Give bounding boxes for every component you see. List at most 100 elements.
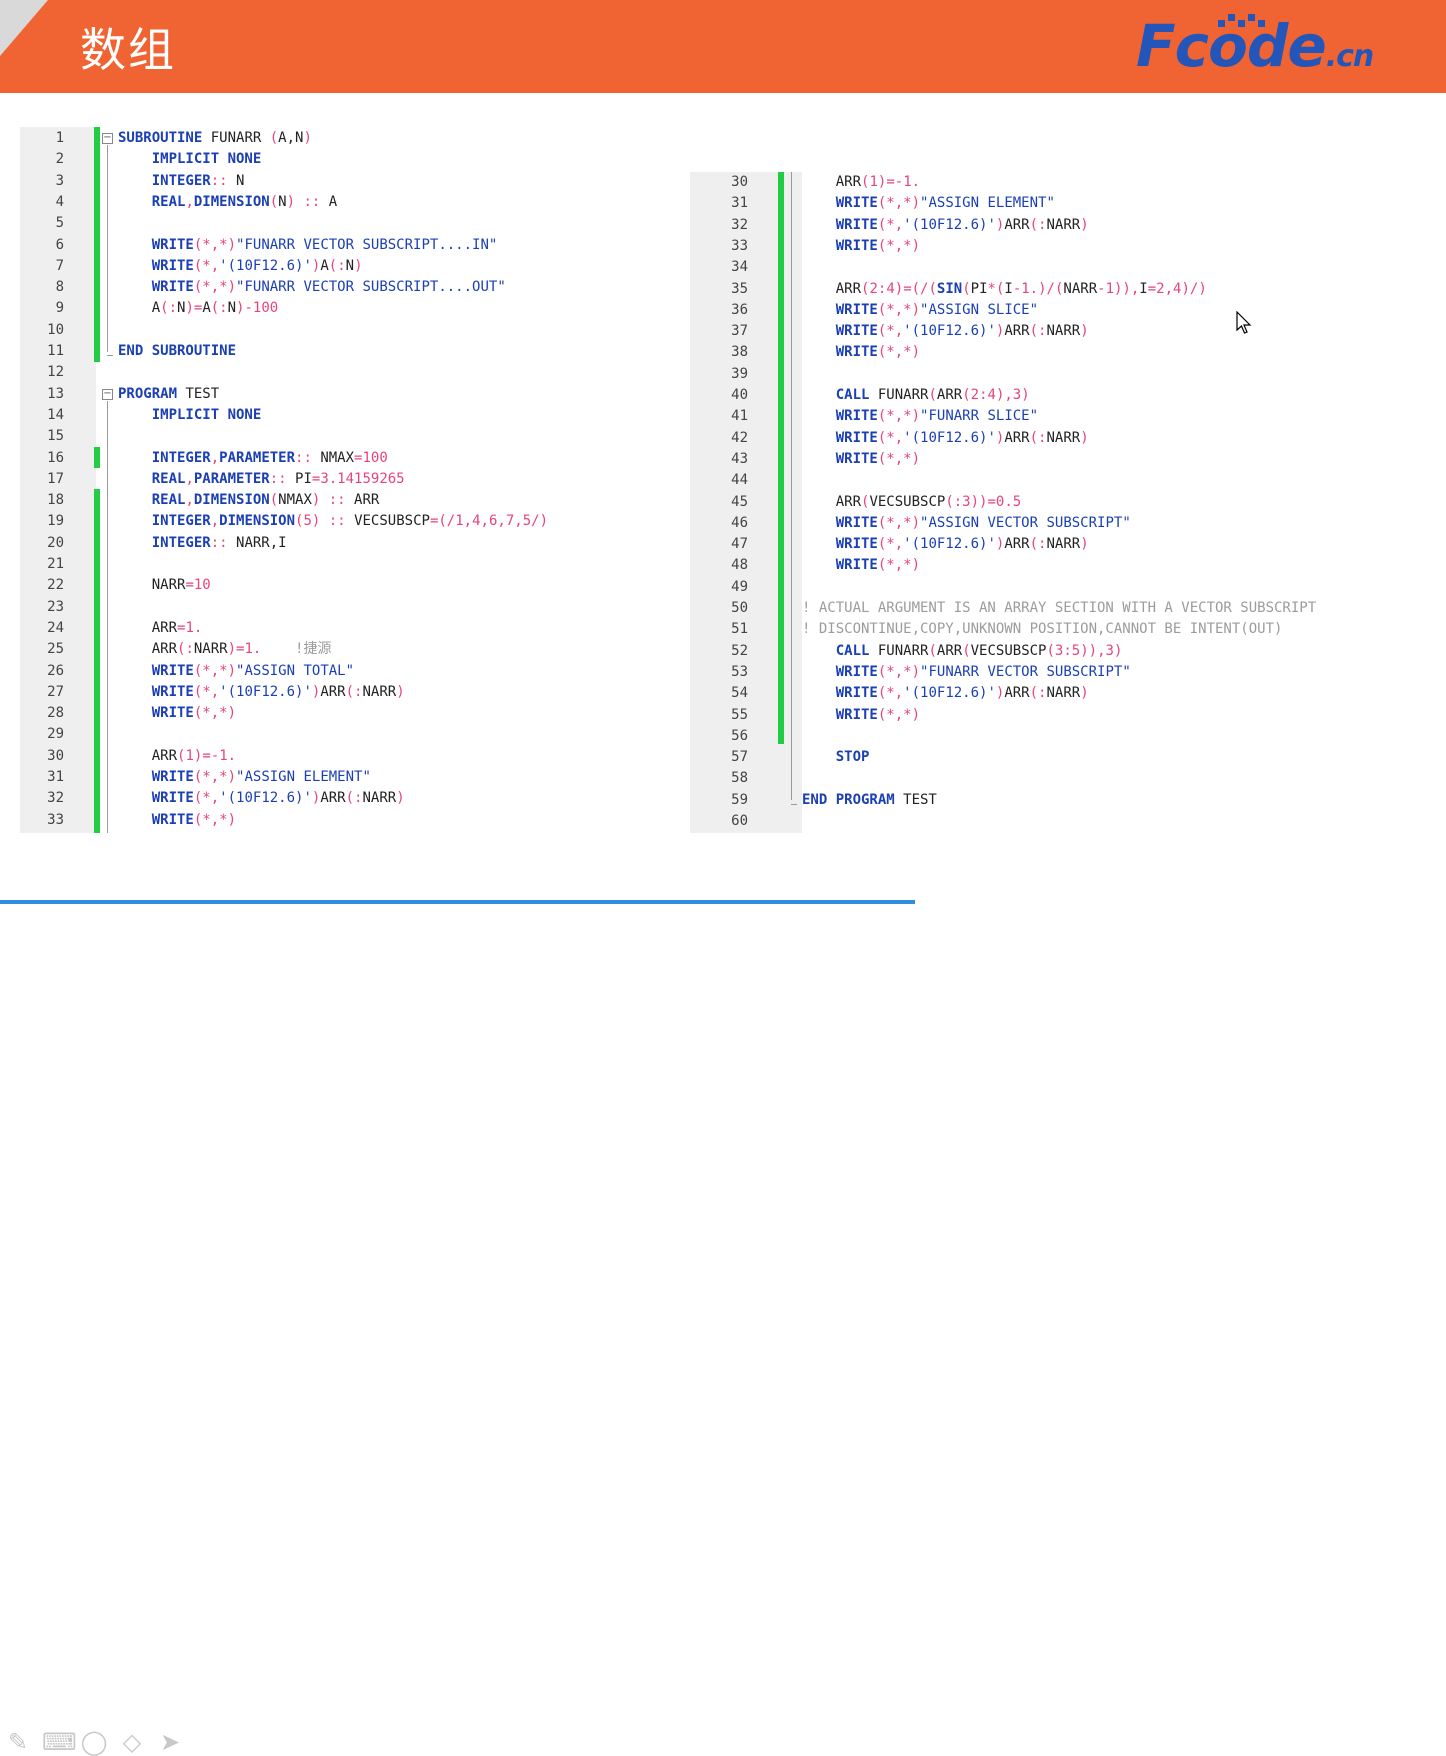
code-line[interactable]: 43 WRITE(*,*) (690, 449, 1446, 470)
code-line[interactable]: 37 WRITE(*,'(10F12.6)')ARR(:NARR) (690, 321, 1446, 342)
code-line[interactable]: 35 ARR(2:4)=(/(SIN(PI*(I-1.)/(NARR-1)),I… (690, 279, 1446, 300)
code-line[interactable]: 30 ARR(1)=-1. (20, 746, 680, 767)
code-line[interactable]: 19 INTEGER,DIMENSION(5) :: VECSUBSCP=(/1… (20, 511, 680, 532)
code-token: (: (945, 493, 963, 510)
code-line[interactable]: 21 (20, 554, 680, 575)
code-line[interactable]: 17 REAL,PARAMETER:: PI=3.14159265 (20, 469, 680, 490)
code-line[interactable]: 39 (690, 364, 1446, 385)
lasso-icon[interactable]: ◯ (80, 1728, 108, 1756)
code-line[interactable]: 33 WRITE(*,*) (690, 236, 1446, 257)
code-line[interactable]: 36 WRITE(*,*)"ASSIGN SLICE" (690, 300, 1446, 321)
code-line[interactable]: 58 (690, 768, 1446, 789)
code-token: ! DISCONTINUE,COPY,UNKNOWN POSITION,CANN… (802, 621, 1283, 638)
code-line[interactable]: 40 CALL FUNARR(ARR(2:4),3) (690, 385, 1446, 406)
code-line[interactable]: 57 STOP (690, 747, 1446, 768)
code-token: A (320, 193, 338, 210)
code-line[interactable]: 28 WRITE(*,*) (20, 703, 680, 724)
code-text: NARR=10 (118, 575, 211, 596)
code-token: :: (210, 534, 228, 551)
fold-toggle-icon[interactable]: − (102, 388, 113, 400)
code-line[interactable]: 3 INTEGER:: N (20, 171, 680, 192)
code-token: (: (1029, 216, 1047, 233)
line-number: 29 (47, 726, 64, 743)
code-line[interactable]: 31 WRITE(*,*)"ASSIGN ELEMENT" (690, 193, 1446, 214)
code-token: SUBROUTINE (118, 130, 203, 146)
code-text: WRITE(*,*)"FUNARR VECTOR SUBSCRIPT....OU… (118, 277, 506, 298)
code-token: (*,*) (877, 557, 921, 574)
code-line[interactable]: 13 − PROGRAM TEST (20, 384, 680, 405)
pen-icon[interactable]: ✎ (4, 1728, 32, 1756)
code-line[interactable]: 49 (690, 577, 1446, 598)
code-line[interactable]: 5 (20, 213, 680, 234)
pointer-icon[interactable]: ➤ (156, 1728, 184, 1756)
code-text: WRITE(*,*)"ASSIGN TOTAL" (118, 661, 354, 682)
code-line[interactable]: 53 WRITE(*,*)"FUNARR VECTOR SUBSCRIPT" (690, 662, 1446, 683)
code-line[interactable]: 12 (20, 362, 680, 383)
fold-toggle-icon[interactable]: − (102, 133, 113, 144)
code-line[interactable]: 48 WRITE(*,*) (690, 555, 1446, 576)
code-line[interactable]: 27 WRITE(*,'(10F12.6)')ARR(:NARR) (20, 682, 680, 703)
code-line[interactable]: 25 ARR(:NARR)=1. !捷源 (20, 639, 680, 660)
line-number: 32 (47, 790, 64, 807)
code-line[interactable]: 32 WRITE(*,'(10F12.6)')ARR(:NARR) (20, 788, 680, 809)
code-line[interactable]: 16 INTEGER,PARAMETER:: NMAX=100 (20, 448, 680, 469)
code-line[interactable]: 7 WRITE(*,'(10F12.6)')A(:N) (20, 256, 680, 277)
code-line[interactable]: 45 ARR(VECSUBSCP(:3))=0.5 (690, 492, 1446, 513)
code-token: ) (1080, 685, 1089, 702)
playback-progress-bar[interactable] (0, 900, 915, 904)
code-line[interactable]: 56 (690, 726, 1446, 747)
code-token: (*,*) (877, 663, 921, 680)
code-line[interactable]: 1 − SUBROUTINE FUNARR (A,N) (20, 128, 680, 149)
code-line[interactable]: 23 (20, 597, 680, 618)
code-line[interactable]: 26 WRITE(*,*)"ASSIGN TOTAL" (20, 661, 680, 682)
code-line[interactable]: 8 WRITE(*,*)"FUNARR VECTOR SUBSCRIPT....… (20, 277, 680, 298)
eraser-icon[interactable]: ◇ (118, 1728, 146, 1756)
code-line[interactable]: 14 IMPLICIT NONE (20, 405, 680, 426)
code-line[interactable]: 9 A(:N)=A(:N)-100 (20, 298, 680, 319)
code-line[interactable]: 2 IMPLICIT NONE (20, 149, 680, 170)
code-line[interactable]: 31 WRITE(*,*)"ASSIGN ELEMENT" (20, 767, 680, 788)
code-token: WRITE (835, 344, 878, 361)
code-line[interactable]: 6 WRITE(*,*)"FUNARR VECTOR SUBSCRIPT....… (20, 235, 680, 256)
code-line[interactable]: 41 WRITE(*,*)"FUNARR SLICE" (690, 406, 1446, 427)
code-line[interactable]: 29 (20, 724, 680, 745)
code-line[interactable]: 60 (690, 811, 1446, 832)
code-line[interactable]: 38 WRITE(*,*) (690, 342, 1446, 363)
code-editor-left[interactable]: 1− SUBROUTINE FUNARR (A,N) 2 IMPLICIT NONE… (20, 127, 680, 833)
code-line[interactable]: 52 CALL FUNARR(ARR(VECSUBSCP(3:5)),3) (690, 641, 1446, 662)
code-line[interactable]: 22 NARR=10 (20, 575, 680, 596)
code-line[interactable]: 50 ! ACTUAL ARGUMENT IS AN ARRAY SECTION … (690, 598, 1446, 619)
code-line[interactable]: 54 WRITE(*,'(10F12.6)')ARR(:NARR) (690, 683, 1446, 704)
code-token: 4 (472, 513, 481, 530)
code-line[interactable]: 42 WRITE(*,'(10F12.6)')ARR(:NARR) (690, 428, 1446, 449)
code-line[interactable]: 4 REAL,DIMENSION(N) :: A (20, 192, 680, 213)
code-token: NARR (193, 641, 228, 658)
code-line[interactable]: 20 INTEGER:: NARR,I (20, 533, 680, 554)
code-token: 3 (1105, 642, 1114, 659)
line-number: 56 (731, 727, 748, 744)
code-text: WRITE(*,'(10F12.6)')ARR(:NARR) (118, 682, 405, 703)
code-line[interactable]: 32 WRITE(*,'(10F12.6)')ARR(:NARR) (690, 215, 1446, 236)
code-line[interactable]: 11 END SUBROUTINE (20, 341, 680, 362)
code-line[interactable]: 59 END PROGRAM TEST (690, 790, 1446, 811)
code-line[interactable]: 34 (690, 257, 1446, 278)
code-line[interactable]: 33 WRITE(*,*) (20, 810, 680, 831)
code-line[interactable]: 10 (20, 320, 680, 341)
keyboard-icon[interactable]: ⌨ (42, 1728, 77, 1756)
code-token: (*,*) (877, 344, 921, 361)
code-token: ( (962, 280, 971, 297)
code-editor-right[interactable]: 30 ARR(1)=-1. 31 WRITE(*,*)"ASSIGN ELEMEN… (690, 172, 1446, 833)
code-line[interactable]: 18 REAL,DIMENSION(NMAX) :: ARR (20, 490, 680, 511)
code-line[interactable]: 46 WRITE(*,*)"ASSIGN VECTOR SUBSCRIPT" (690, 513, 1446, 534)
code-line[interactable]: 51 ! DISCONTINUE,COPY,UNKNOWN POSITION,CA… (690, 619, 1446, 640)
code-line[interactable]: 30 ARR(1)=-1. (690, 172, 1446, 193)
code-line[interactable]: 47 WRITE(*,'(10F12.6)')ARR(:NARR) (690, 534, 1446, 555)
code-token: ARR (1004, 685, 1030, 702)
code-line[interactable]: 24 ARR=1. (20, 618, 680, 639)
code-line[interactable]: 15 (20, 426, 680, 447)
code-line[interactable]: 44 (690, 470, 1446, 491)
line-number: 15 (47, 428, 64, 445)
code-line[interactable]: 55 WRITE(*,*) (690, 705, 1446, 726)
